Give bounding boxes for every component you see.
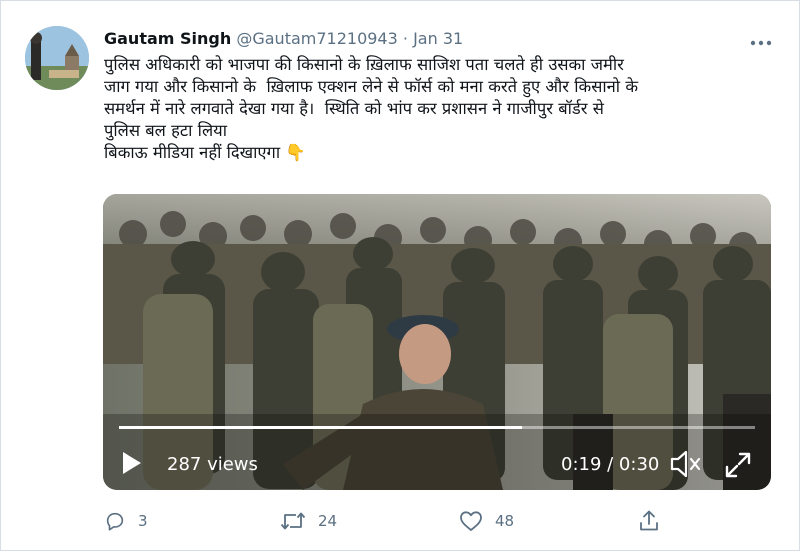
author-name[interactable]: Gautam Singh <box>104 29 231 48</box>
like-button[interactable]: 48 <box>459 507 514 535</box>
retweet-icon <box>280 512 306 530</box>
video-frame <box>103 194 771 490</box>
more-icon[interactable] <box>750 30 772 51</box>
tweet-text: पुलिस अधिकारी को भाजपा की किसानो के ख़िल… <box>104 54 784 164</box>
pointing-down-emoji: 👇 <box>285 143 306 162</box>
tweet-text-last: बिकाऊ मीडिया नहीं दिखाएगा <box>104 143 281 162</box>
retweet-button[interactable]: 24 <box>280 507 337 535</box>
tweet-text-line: समर्थन में नारे लगवाते देखा गया है। स्थि… <box>104 99 604 118</box>
tweet-header: Gautam Singh @Gautam71210943 · Jan 31 <box>104 29 463 49</box>
tweet-actions: 3 24 48 <box>104 507 664 535</box>
reply-button[interactable]: 3 <box>104 507 148 535</box>
like-count: 48 <box>495 512 515 530</box>
video-progress-bar[interactable] <box>119 426 755 429</box>
reply-icon <box>106 512 124 531</box>
share-button[interactable] <box>638 507 660 535</box>
view-count: 287 views <box>167 454 258 475</box>
video-time: 0:19 / 0:30 <box>561 454 660 475</box>
volume-icon[interactable] <box>669 448 705 484</box>
author-handle[interactable]: @Gautam71210943 <box>236 29 397 48</box>
tweet-date[interactable]: Jan 31 <box>413 29 463 48</box>
video-progress-fill <box>119 426 522 429</box>
tweet-text-line: बिकाऊ मीडिया नहीं दिखाएगा 👇 <box>104 142 784 164</box>
avatar-image <box>25 26 89 90</box>
retweet-count: 24 <box>318 512 338 530</box>
tweet-text-line: जाग गया और किसानो के ख़िलाफ एक्शन लेने स… <box>104 77 638 96</box>
video-player[interactable]: 287 views 0:19 / 0:30 <box>103 194 771 490</box>
tweet-text-line: पुलिस बल हटा लिया <box>104 121 227 140</box>
expand-icon[interactable] <box>723 450 753 484</box>
share-icon <box>640 510 658 531</box>
avatar[interactable] <box>25 26 89 90</box>
like-icon <box>460 511 482 531</box>
tweet-text-line: पुलिस अधिकारी को भाजपा की किसानो के ख़िल… <box>104 55 624 74</box>
play-icon[interactable] <box>123 452 141 474</box>
reply-count: 3 <box>138 512 148 530</box>
separator-dot: · <box>402 29 408 48</box>
